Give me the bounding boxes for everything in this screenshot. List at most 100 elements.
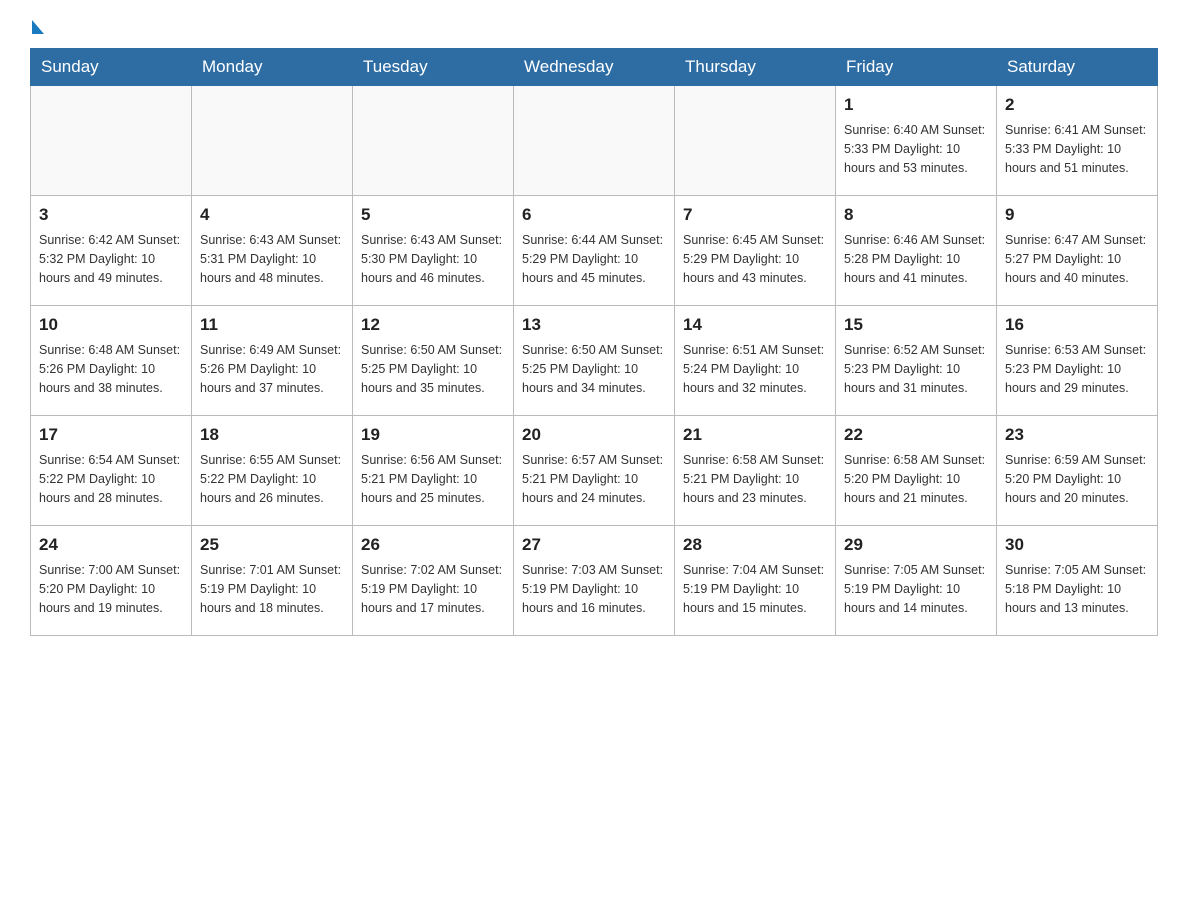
day-info: Sunrise: 6:56 AM Sunset: 5:21 PM Dayligh… [361, 451, 505, 509]
day-info: Sunrise: 6:54 AM Sunset: 5:22 PM Dayligh… [39, 451, 183, 509]
day-number: 27 [522, 532, 666, 558]
logo [30, 20, 44, 32]
day-info: Sunrise: 6:44 AM Sunset: 5:29 PM Dayligh… [522, 231, 666, 289]
calendar-cell: 1 Sunrise: 6:40 AM Sunset: 5:33 PM Daylig… [836, 86, 997, 196]
day-number: 3 [39, 202, 183, 228]
calendar-cell: 27 Sunrise: 7:03 AM Sunset: 5:19 PM Dayli… [514, 526, 675, 636]
weekday-header-sunday: Sunday [31, 49, 192, 86]
day-info: Sunrise: 6:42 AM Sunset: 5:32 PM Dayligh… [39, 231, 183, 289]
logo-arrow-icon [32, 20, 44, 34]
day-number: 22 [844, 422, 988, 448]
calendar-cell: 30 Sunrise: 7:05 AM Sunset: 5:18 PM Dayli… [997, 526, 1158, 636]
calendar-cell: 10Sunrise: 6:48 AM Sunset: 5:26 PM Dayli… [31, 306, 192, 416]
calendar-cell: 5 Sunrise: 6:43 AM Sunset: 5:30 PM Daylig… [353, 196, 514, 306]
calendar-cell: 28 Sunrise: 7:04 AM Sunset: 5:19 PM Dayli… [675, 526, 836, 636]
calendar-cell [353, 86, 514, 196]
calendar-cell: 16 Sunrise: 6:53 AM Sunset: 5:23 PM Dayli… [997, 306, 1158, 416]
day-info: Sunrise: 7:04 AM Sunset: 5:19 PM Dayligh… [683, 561, 827, 619]
calendar-cell: 11 Sunrise: 6:49 AM Sunset: 5:26 PM Dayli… [192, 306, 353, 416]
day-number: 2 [1005, 92, 1149, 118]
day-info: Sunrise: 6:48 AM Sunset: 5:26 PM Dayligh… [39, 341, 183, 399]
calendar-cell: 9 Sunrise: 6:47 AM Sunset: 5:27 PM Daylig… [997, 196, 1158, 306]
week-row-1: 1 Sunrise: 6:40 AM Sunset: 5:33 PM Daylig… [31, 86, 1158, 196]
calendar-cell: 20Sunrise: 6:57 AM Sunset: 5:21 PM Dayli… [514, 416, 675, 526]
day-number: 13 [522, 312, 666, 338]
day-number: 26 [361, 532, 505, 558]
calendar-cell: 4Sunrise: 6:43 AM Sunset: 5:31 PM Daylig… [192, 196, 353, 306]
day-info: Sunrise: 7:05 AM Sunset: 5:18 PM Dayligh… [1005, 561, 1149, 619]
week-row-5: 24 Sunrise: 7:00 AM Sunset: 5:20 PM Dayli… [31, 526, 1158, 636]
day-number: 4 [200, 202, 344, 228]
calendar-cell: 26 Sunrise: 7:02 AM Sunset: 5:19 PM Dayli… [353, 526, 514, 636]
day-info: Sunrise: 7:01 AM Sunset: 5:19 PM Dayligh… [200, 561, 344, 619]
weekday-header-saturday: Saturday [997, 49, 1158, 86]
day-number: 24 [39, 532, 183, 558]
calendar-cell: 19 Sunrise: 6:56 AM Sunset: 5:21 PM Dayli… [353, 416, 514, 526]
day-number: 9 [1005, 202, 1149, 228]
day-number: 23 [1005, 422, 1149, 448]
week-row-2: 3 Sunrise: 6:42 AM Sunset: 5:32 PM Daylig… [31, 196, 1158, 306]
day-number: 8 [844, 202, 988, 228]
calendar-cell: 23 Sunrise: 6:59 AM Sunset: 5:20 PM Dayli… [997, 416, 1158, 526]
week-row-4: 17 Sunrise: 6:54 AM Sunset: 5:22 PM Dayli… [31, 416, 1158, 526]
day-info: Sunrise: 6:40 AM Sunset: 5:33 PM Dayligh… [844, 121, 988, 179]
day-number: 11 [200, 312, 344, 338]
calendar-cell: 7 Sunrise: 6:45 AM Sunset: 5:29 PM Daylig… [675, 196, 836, 306]
day-number: 25 [200, 532, 344, 558]
calendar-cell: 2 Sunrise: 6:41 AM Sunset: 5:33 PM Daylig… [997, 86, 1158, 196]
calendar-cell: 18 Sunrise: 6:55 AM Sunset: 5:22 PM Dayli… [192, 416, 353, 526]
logo-top [30, 20, 44, 36]
day-info: Sunrise: 6:51 AM Sunset: 5:24 PM Dayligh… [683, 341, 827, 399]
calendar-cell: 15Sunrise: 6:52 AM Sunset: 5:23 PM Dayli… [836, 306, 997, 416]
calendar-cell: 25 Sunrise: 7:01 AM Sunset: 5:19 PM Dayli… [192, 526, 353, 636]
day-number: 20 [522, 422, 666, 448]
calendar-cell [192, 86, 353, 196]
day-number: 29 [844, 532, 988, 558]
day-number: 30 [1005, 532, 1149, 558]
day-number: 12 [361, 312, 505, 338]
day-info: Sunrise: 6:53 AM Sunset: 5:23 PM Dayligh… [1005, 341, 1149, 399]
day-info: Sunrise: 7:02 AM Sunset: 5:19 PM Dayligh… [361, 561, 505, 619]
day-info: Sunrise: 6:49 AM Sunset: 5:26 PM Dayligh… [200, 341, 344, 399]
calendar-cell: 3 Sunrise: 6:42 AM Sunset: 5:32 PM Daylig… [31, 196, 192, 306]
day-info: Sunrise: 6:47 AM Sunset: 5:27 PM Dayligh… [1005, 231, 1149, 289]
calendar-cell: 29 Sunrise: 7:05 AM Sunset: 5:19 PM Dayli… [836, 526, 997, 636]
calendar-cell: 6 Sunrise: 6:44 AM Sunset: 5:29 PM Daylig… [514, 196, 675, 306]
page-header [30, 20, 1158, 32]
calendar-cell: 17 Sunrise: 6:54 AM Sunset: 5:22 PM Dayli… [31, 416, 192, 526]
day-info: Sunrise: 6:58 AM Sunset: 5:20 PM Dayligh… [844, 451, 988, 509]
weekday-header-row: SundayMondayTuesdayWednesdayThursdayFrid… [31, 49, 1158, 86]
day-number: 18 [200, 422, 344, 448]
calendar-table: SundayMondayTuesdayWednesdayThursdayFrid… [30, 48, 1158, 636]
day-number: 1 [844, 92, 988, 118]
day-number: 16 [1005, 312, 1149, 338]
day-info: Sunrise: 6:41 AM Sunset: 5:33 PM Dayligh… [1005, 121, 1149, 179]
day-number: 19 [361, 422, 505, 448]
calendar-cell: 22 Sunrise: 6:58 AM Sunset: 5:20 PM Dayli… [836, 416, 997, 526]
calendar-cell: 14 Sunrise: 6:51 AM Sunset: 5:24 PM Dayli… [675, 306, 836, 416]
day-number: 5 [361, 202, 505, 228]
day-info: Sunrise: 6:43 AM Sunset: 5:30 PM Dayligh… [361, 231, 505, 289]
weekday-header-monday: Monday [192, 49, 353, 86]
calendar-cell: 24 Sunrise: 7:00 AM Sunset: 5:20 PM Dayli… [31, 526, 192, 636]
day-info: Sunrise: 6:55 AM Sunset: 5:22 PM Dayligh… [200, 451, 344, 509]
day-number: 14 [683, 312, 827, 338]
day-number: 6 [522, 202, 666, 228]
calendar-cell: 13 Sunrise: 6:50 AM Sunset: 5:25 PM Dayli… [514, 306, 675, 416]
calendar-cell [514, 86, 675, 196]
day-info: Sunrise: 7:03 AM Sunset: 5:19 PM Dayligh… [522, 561, 666, 619]
day-info: Sunrise: 7:05 AM Sunset: 5:19 PM Dayligh… [844, 561, 988, 619]
weekday-header-tuesday: Tuesday [353, 49, 514, 86]
day-number: 17 [39, 422, 183, 448]
day-info: Sunrise: 6:52 AM Sunset: 5:23 PM Dayligh… [844, 341, 988, 399]
weekday-header-thursday: Thursday [675, 49, 836, 86]
day-info: Sunrise: 6:59 AM Sunset: 5:20 PM Dayligh… [1005, 451, 1149, 509]
day-number: 28 [683, 532, 827, 558]
day-info: Sunrise: 7:00 AM Sunset: 5:20 PM Dayligh… [39, 561, 183, 619]
calendar-cell: 21Sunrise: 6:58 AM Sunset: 5:21 PM Dayli… [675, 416, 836, 526]
weekday-header-wednesday: Wednesday [514, 49, 675, 86]
day-info: Sunrise: 6:50 AM Sunset: 5:25 PM Dayligh… [361, 341, 505, 399]
day-number: 7 [683, 202, 827, 228]
day-info: Sunrise: 6:45 AM Sunset: 5:29 PM Dayligh… [683, 231, 827, 289]
day-info: Sunrise: 6:50 AM Sunset: 5:25 PM Dayligh… [522, 341, 666, 399]
